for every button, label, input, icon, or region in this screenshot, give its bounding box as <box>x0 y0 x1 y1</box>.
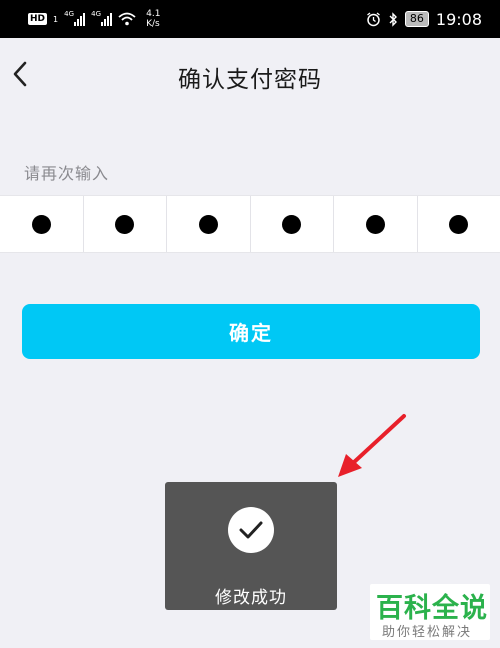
network-speed: 4.1 K/s <box>146 9 160 29</box>
network-type-2: 4G <box>91 10 101 18</box>
watermark-subtitle: 助你轻松解决 <box>382 625 473 640</box>
wifi-icon <box>118 12 136 26</box>
pin-dot <box>282 214 302 234</box>
sim-number: 1 <box>53 14 59 24</box>
input-prompt: 请再次输入 <box>24 164 110 183</box>
clock: 19:08 <box>435 9 482 29</box>
pin-input[interactable] <box>0 195 500 253</box>
watermark-title: 百科全说 <box>376 593 488 624</box>
pin-cell[interactable] <box>84 196 167 252</box>
battery-level: 86 <box>404 11 429 27</box>
confirm-button[interactable]: 确定 <box>22 304 480 359</box>
alarm-icon <box>366 11 380 26</box>
status-right: 86 19:08 <box>366 6 482 32</box>
toast-message: 修改成功 <box>215 588 287 608</box>
pin-cell[interactable] <box>334 196 418 252</box>
pin-dot <box>198 214 218 234</box>
pin-dot <box>31 214 51 234</box>
check-circle-icon <box>228 507 274 553</box>
signal-icon: 4G <box>64 10 86 26</box>
pin-cell[interactable] <box>167 196 251 252</box>
pin-cell[interactable] <box>418 196 500 252</box>
pin-dot <box>449 214 469 234</box>
nav-bar: 确认支付密码 <box>0 38 500 112</box>
pin-cell[interactable] <box>251 196 334 252</box>
pin-dot <box>115 214 135 234</box>
pin-cell[interactable] <box>0 196 84 252</box>
status-left: HD 1 4G 4G 4.1 K/s <box>28 6 160 32</box>
bluetooth-icon <box>389 11 397 27</box>
hd-badge: HD <box>28 13 48 25</box>
page-title: 确认支付密码 <box>178 67 322 93</box>
network-type-1: 4G <box>64 10 74 18</box>
success-toast: 修改成功 <box>165 482 337 610</box>
checkmark-icon <box>239 521 263 539</box>
red-arrow-annotation <box>338 414 406 477</box>
watermark-logo: 百科全说 助你轻松解决 <box>370 584 490 640</box>
pin-dot <box>365 214 385 234</box>
signal-icon-2: 4G <box>91 10 113 26</box>
speed-unit: K/s <box>146 19 160 29</box>
status-bar: HD 1 4G 4G 4.1 K/s 86 19:08 <box>0 0 500 38</box>
speed-value: 4.1 <box>146 9 161 19</box>
